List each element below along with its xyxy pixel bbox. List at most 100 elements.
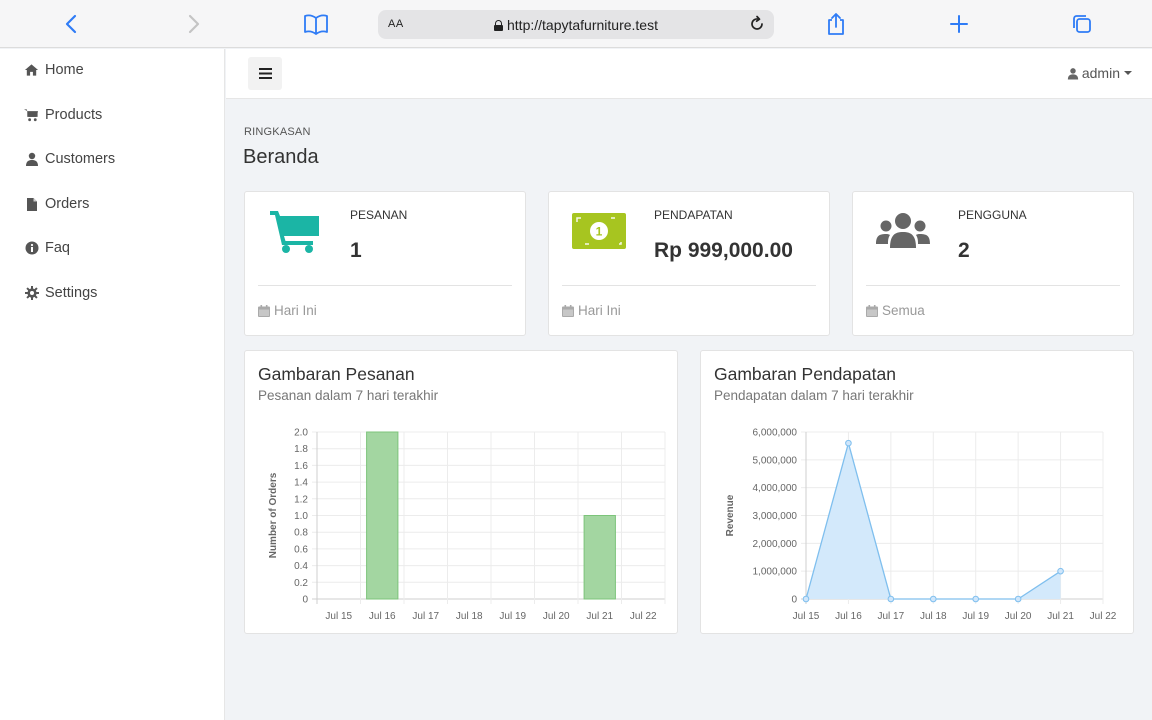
page-subtitle: RINGKASAN — [244, 126, 311, 138]
menu-toggle-button[interactable] — [248, 57, 282, 90]
bar — [583, 515, 616, 600]
user-icon — [1067, 67, 1079, 79]
x-tick-label: Jul 16 — [835, 611, 862, 622]
stat-label: PENDAPATAN — [654, 208, 733, 222]
sidebar-item-settings[interactable]: Settings — [24, 285, 97, 301]
calendar-icon — [258, 304, 270, 317]
sidebar-item-orders[interactable]: Orders — [24, 196, 89, 212]
forward-button[interactable] — [180, 10, 208, 38]
money-icon: 1 — [571, 208, 627, 254]
stat-footer: Hari Ini — [258, 303, 317, 318]
stat-footer: Semua — [866, 303, 925, 318]
orders-chart-card: Gambaran Pesanan Pesanan dalam 7 hari te… — [244, 350, 678, 634]
data-point — [845, 439, 852, 447]
sidebar-item-label: Products — [45, 107, 103, 123]
x-tick-label: Jul 15 — [325, 611, 352, 622]
address-bar[interactable]: AA http://tapytafurniture.test — [378, 10, 774, 39]
y-tick-label: 0.8 — [294, 528, 308, 539]
user-menu[interactable]: admin — [1067, 65, 1132, 81]
stat-value: 2 — [958, 239, 970, 262]
y-tick-label: 3,000,000 — [753, 511, 798, 522]
stat-footer-text: Hari Ini — [274, 303, 317, 318]
x-tick-label: Jul 22 — [1090, 611, 1117, 622]
data-point — [887, 595, 895, 603]
revenue-area-chart: 0 1,000,000 2,000,000 3,000,000 4,000,000 5,0… — [725, 428, 1117, 623]
user-icon — [24, 152, 39, 167]
reload-icon[interactable] — [748, 15, 766, 33]
book-icon — [304, 14, 328, 35]
stat-label: PESANAN — [350, 208, 408, 222]
x-tick-label: Jul 22 — [630, 611, 657, 622]
sidebar-item-label: Settings — [45, 285, 98, 301]
sidebar: Home Products Customers Orders Faq Setti… — [0, 49, 225, 720]
y-axis-label: Number of Orders — [268, 472, 279, 558]
svg-text:1: 1 — [596, 225, 603, 239]
x-tick-label: Jul 15 — [793, 611, 820, 622]
cart-icon — [24, 108, 39, 123]
stat-label: PENGGUNA — [958, 208, 1027, 222]
y-tick-label: 1.8 — [294, 444, 308, 455]
data-point — [1014, 595, 1022, 603]
stat-footer: Hari Ini — [562, 303, 621, 318]
stat-card-orders: PESANAN 1 Hari Ini — [244, 191, 526, 336]
sidebar-item-faq[interactable]: Faq — [24, 240, 70, 256]
x-tick-label: Jul 21 — [1047, 611, 1074, 622]
header: admin — [226, 49, 1152, 99]
tabs-icon — [1073, 15, 1091, 33]
users-icon — [875, 208, 931, 254]
calendar-icon — [866, 304, 878, 317]
x-tick-label: Jul 20 — [1005, 611, 1032, 622]
bookmarks-button[interactable] — [302, 10, 330, 38]
chevron-right-icon — [188, 14, 200, 34]
stat-card-revenue: 1 PENDAPATAN Rp 999,000.00 Hari Ini — [548, 191, 830, 336]
y-tick-label: 2.0 — [294, 428, 308, 439]
y-tick-label: 1.4 — [294, 478, 308, 489]
file-icon — [24, 197, 39, 212]
y-tick-label: 5,000,000 — [753, 455, 798, 466]
divider — [258, 285, 512, 286]
stat-footer-text: Semua — [882, 303, 925, 318]
y-tick-label: 1,000,000 — [753, 567, 798, 578]
data-point — [802, 595, 810, 603]
x-tick-label: Jul 17 — [878, 611, 905, 622]
bar — [366, 431, 399, 600]
gear-icon — [24, 286, 39, 301]
url-display: http://tapytafurniture.test — [378, 17, 774, 33]
stat-value: Rp 999,000.00 — [654, 239, 793, 262]
share-icon — [828, 13, 844, 35]
data-point — [972, 595, 980, 603]
sidebar-item-label: Faq — [45, 240, 70, 256]
sidebar-item-label: Customers — [45, 151, 116, 167]
sidebar-item-label: Orders — [45, 196, 90, 212]
y-tick-label: 1.0 — [294, 511, 308, 522]
sidebar-item-customers[interactable]: Customers — [24, 151, 115, 167]
x-tick-label: Jul 16 — [369, 611, 396, 622]
y-tick-label: 4,000,000 — [753, 483, 798, 494]
tabs-button[interactable] — [1068, 10, 1096, 38]
sidebar-item-products[interactable]: Products — [24, 107, 102, 123]
x-tick-label: Jul 18 — [456, 611, 483, 622]
share-button[interactable] — [822, 10, 850, 38]
orders-bar-chart: 0 0.2 0.4 0.6 0.8 1.0 1.2 1.4 1.6 1.8 2.0 Jul 15 Jul… — [268, 428, 666, 622]
caret-down-icon — [1124, 71, 1132, 75]
revenue-chart-card: Gambaran Pendapatan Pendapatan dalam 7 h… — [700, 350, 1134, 634]
y-tick-label: 1.2 — [294, 494, 308, 505]
sidebar-item-home[interactable]: Home — [24, 62, 84, 78]
calendar-icon — [562, 304, 574, 317]
y-tick-label: 0.2 — [294, 578, 308, 589]
user-name: admin — [1081, 65, 1120, 81]
y-tick-label: 6,000,000 — [753, 428, 798, 439]
stat-value: 1 — [350, 239, 362, 262]
home-icon — [24, 63, 39, 78]
y-tick-label: 0.6 — [294, 544, 308, 555]
x-tick-label: Jul 18 — [920, 611, 947, 622]
back-button[interactable] — [57, 10, 85, 38]
new-tab-button[interactable] — [945, 10, 973, 38]
shopping-cart-icon — [267, 208, 323, 254]
browser-toolbar: AA http://tapytafurniture.test — [0, 0, 1152, 48]
stat-footer-text: Hari Ini — [578, 303, 621, 318]
y-tick-label: 0 — [791, 595, 797, 606]
sidebar-item-label: Home — [45, 62, 84, 78]
y-tick-label: 2,000,000 — [753, 539, 798, 550]
page-title: Beranda — [243, 146, 319, 168]
